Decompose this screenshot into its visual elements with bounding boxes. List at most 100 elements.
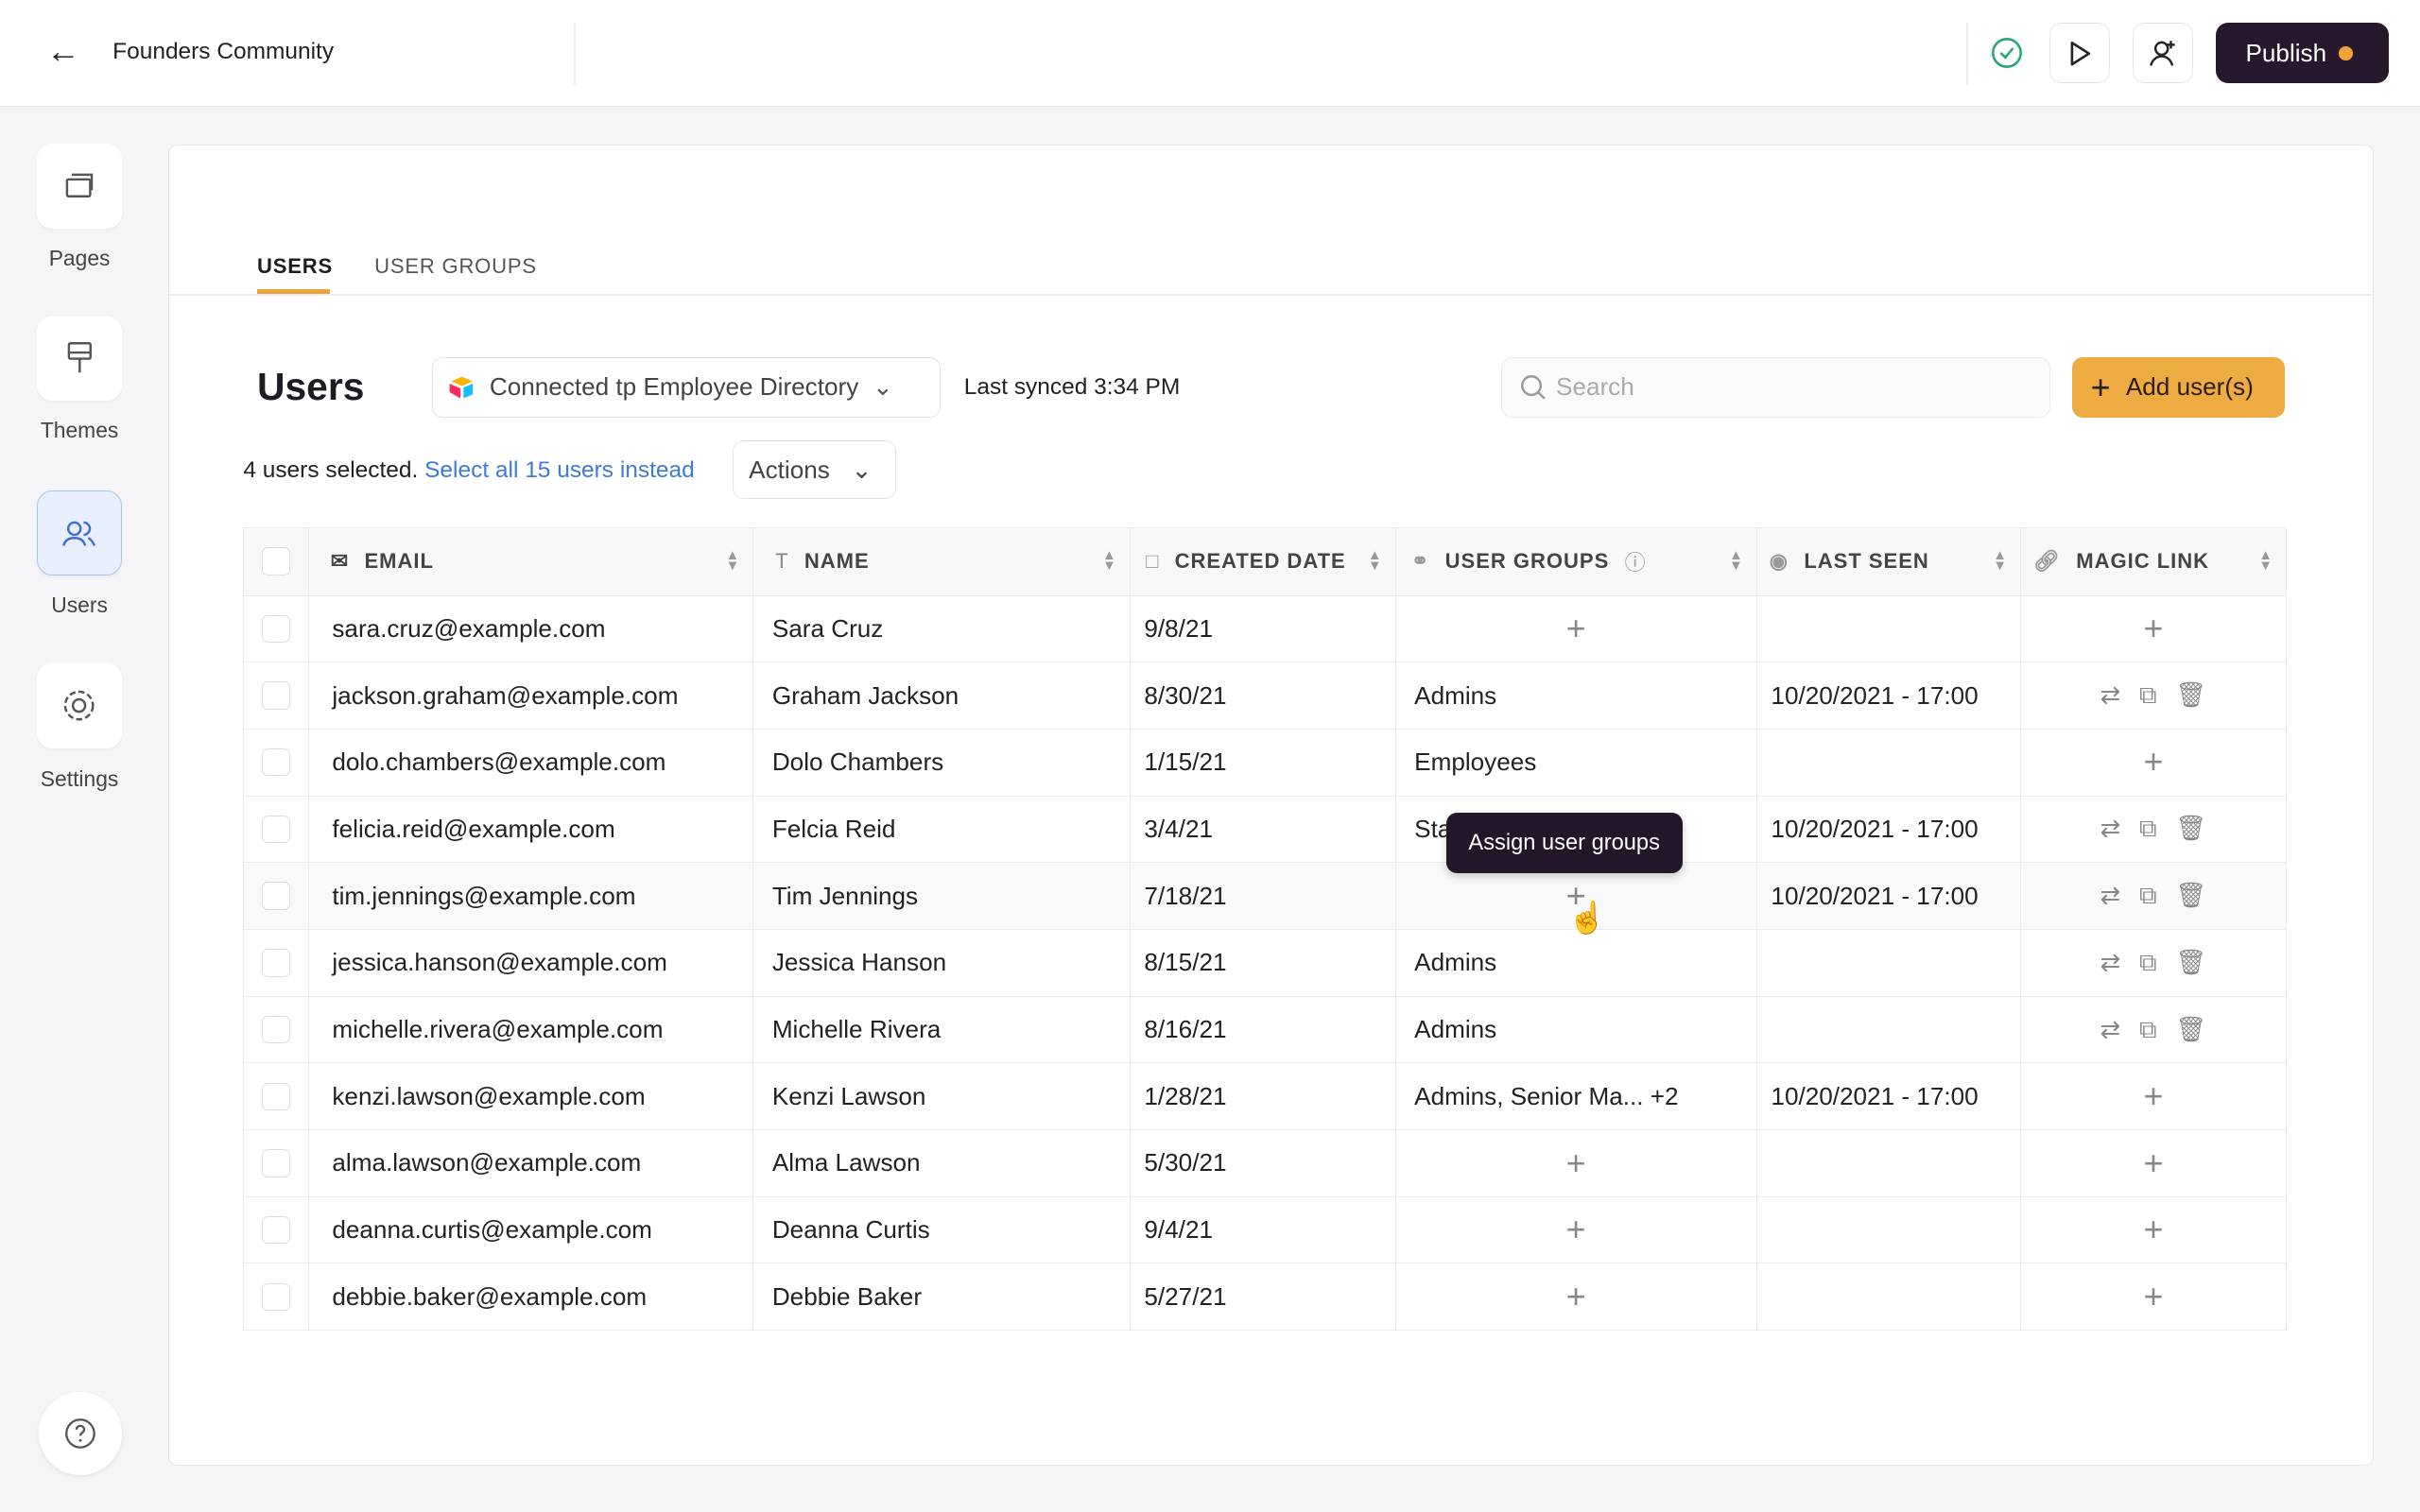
back-arrow-icon[interactable]: ← <box>46 33 80 71</box>
search-field[interactable] <box>1500 357 2051 418</box>
table-row[interactable]: jackson.graham@example.com Graham Jackso… <box>243 662 2287 730</box>
magic-link-cell[interactable]: + <box>2019 728 2287 797</box>
column-created-date[interactable]: □ CREATED DATE ▲ ▼ <box>1129 526 1396 596</box>
row-select-cell[interactable] <box>243 594 309 663</box>
row-checkbox[interactable] <box>262 1149 290 1177</box>
help-button[interactable] <box>38 1391 122 1475</box>
create-magic-link-plus-icon[interactable]: + <box>2040 745 2268 779</box>
delete-link-icon[interactable]: 🗑︎ <box>2175 680 2206 711</box>
row-select-cell[interactable] <box>243 995 309 1064</box>
row-select-cell[interactable] <box>243 862 309 930</box>
user-groups-cell[interactable]: + <box>1394 1195 1757 1264</box>
user-groups-cell[interactable]: Admins, Senior Ma... +2 <box>1394 1062 1757 1131</box>
delete-link-icon[interactable]: 🗑︎ <box>2175 881 2206 911</box>
preview-play-button[interactable] <box>2049 23 2110 84</box>
actions-dropdown[interactable]: Actions ⌄ <box>732 440 896 500</box>
sort-icon[interactable]: ▲ ▼ <box>1729 548 1744 573</box>
copy-link-icon[interactable]: ⧉ <box>2139 881 2157 911</box>
data-source-dropdown[interactable]: Connected tp Employee Directory ⌄ <box>431 357 942 418</box>
tab-user-groups[interactable]: USER GROUPS <box>374 254 537 279</box>
sort-icon[interactable]: ▲ ▼ <box>1102 548 1117 573</box>
create-magic-link-plus-icon[interactable]: + <box>2040 1145 2268 1179</box>
row-checkbox[interactable] <box>262 1215 290 1245</box>
publish-button[interactable]: Publish <box>2216 23 2390 84</box>
invite-user-button[interactable] <box>2133 23 2193 84</box>
magic-link-cell[interactable]: + <box>2019 1195 2287 1264</box>
delete-link-icon[interactable]: 🗑︎ <box>2175 1015 2206 1045</box>
row-checkbox[interactable] <box>262 815 290 844</box>
magic-link-cell[interactable]: + <box>2019 594 2287 663</box>
copy-link-icon[interactable]: ⧉ <box>2139 680 2157 711</box>
table-row[interactable]: debbie.baker@example.com Debbie Baker 5/… <box>243 1263 2287 1332</box>
magic-link-cell[interactable]: ⇄ ⧉ 🗑︎ <box>2019 795 2287 864</box>
row-select-cell[interactable] <box>243 928 309 997</box>
row-checkbox[interactable] <box>262 882 290 910</box>
table-row[interactable]: kenzi.lawson@example.com Kenzi Lawson 1/… <box>243 1062 2287 1131</box>
row-select-cell[interactable] <box>243 1129 309 1197</box>
row-checkbox[interactable] <box>262 681 290 710</box>
info-icon[interactable]: ⓘ <box>1625 546 1647 576</box>
row-select-cell[interactable] <box>243 1195 309 1264</box>
regenerate-link-icon[interactable]: ⇄ <box>2100 948 2121 978</box>
user-groups-cell[interactable]: + <box>1394 594 1757 663</box>
sort-icon[interactable]: ▲ ▼ <box>1368 548 1383 573</box>
create-magic-link-plus-icon[interactable]: + <box>2040 611 2268 645</box>
search-input[interactable] <box>1556 372 2019 403</box>
row-checkbox[interactable] <box>262 614 290 644</box>
assign-groups-plus-icon[interactable]: + <box>1414 1279 1737 1313</box>
table-row[interactable]: sara.cruz@example.com Sara Cruz 9/8/21 +… <box>243 594 2287 663</box>
sidebar-item-users[interactable] <box>37 490 122 576</box>
assign-groups-plus-icon[interactable]: + <box>1414 611 1737 645</box>
magic-link-cell[interactable]: ⇄ ⧉ 🗑︎ <box>2019 662 2287 730</box>
create-magic-link-plus-icon[interactable]: + <box>2040 1212 2268 1246</box>
user-groups-cell[interactable]: Admins <box>1394 995 1757 1064</box>
regenerate-link-icon[interactable]: ⇄ <box>2100 881 2121 911</box>
magic-link-cell[interactable]: ⇄ ⧉ 🗑︎ <box>2019 995 2287 1064</box>
row-checkbox[interactable] <box>262 1015 290 1044</box>
magic-link-cell[interactable]: + <box>2019 1263 2287 1332</box>
sort-icon[interactable]: ▲ ▼ <box>726 548 741 573</box>
user-groups-cell[interactable]: Admins <box>1394 662 1757 730</box>
row-select-cell[interactable] <box>243 1062 309 1131</box>
assign-groups-plus-icon[interactable]: + <box>1414 1145 1737 1179</box>
row-checkbox[interactable] <box>262 1082 290 1110</box>
user-groups-cell[interactable]: Admins <box>1394 928 1757 997</box>
row-select-cell[interactable] <box>243 662 309 730</box>
add-users-button[interactable]: + Add user(s) <box>2072 357 2286 418</box>
column-user-groups[interactable]: ⚭ USER GROUPS ⓘ ▲ ▼ <box>1394 526 1757 596</box>
table-row[interactable]: deanna.curtis@example.com Deanna Curtis … <box>243 1195 2287 1264</box>
row-select-cell[interactable] <box>243 1263 309 1332</box>
select-all-link[interactable]: Select all 15 users instead <box>424 457 695 483</box>
table-row[interactable]: michelle.rivera@example.com Michelle Riv… <box>243 995 2287 1064</box>
user-groups-cell[interactable]: Employees <box>1394 728 1757 797</box>
column-email[interactable]: ✉ EMAIL ▲ ▼ <box>307 526 754 596</box>
regenerate-link-icon[interactable]: ⇄ <box>2100 814 2121 844</box>
table-row[interactable]: alma.lawson@example.com Alma Lawson 5/30… <box>243 1129 2287 1197</box>
magic-link-cell[interactable]: ⇄ ⧉ 🗑︎ <box>2019 928 2287 997</box>
column-magic-link[interactable]: 🔗︎ MAGIC LINK ▲ ▼ <box>2019 526 2287 596</box>
table-row[interactable]: jessica.hanson@example.com Jessica Hanso… <box>243 928 2287 997</box>
create-magic-link-plus-icon[interactable]: + <box>2040 1279 2268 1313</box>
user-groups-cell[interactable]: + <box>1394 1263 1757 1332</box>
sidebar-item-pages[interactable] <box>37 143 122 229</box>
copy-link-icon[interactable]: ⧉ <box>2139 814 2157 844</box>
sort-icon[interactable]: ▲ ▼ <box>1993 548 2008 573</box>
select-all-header[interactable] <box>243 526 309 596</box>
row-checkbox[interactable] <box>262 748 290 777</box>
select-all-checkbox[interactable] <box>262 547 290 576</box>
magic-link-cell[interactable]: + <box>2019 1062 2287 1131</box>
column-name[interactable]: T NAME ▲ ▼ <box>752 526 1131 596</box>
regenerate-link-icon[interactable]: ⇄ <box>2100 680 2121 711</box>
row-checkbox[interactable] <box>262 1282 290 1311</box>
copy-link-icon[interactable]: ⧉ <box>2139 948 2157 978</box>
regenerate-link-icon[interactable]: ⇄ <box>2100 1015 2121 1045</box>
column-last-seen[interactable]: ◉ LAST SEEN ▲ ▼ <box>1755 526 2021 596</box>
magic-link-cell[interactable]: + <box>2019 1129 2287 1197</box>
row-checkbox[interactable] <box>262 949 290 977</box>
tab-users[interactable]: USERS <box>257 254 333 279</box>
table-row[interactable]: tim.jennings@example.com Tim Jennings 7/… <box>243 862 2287 930</box>
sidebar-item-settings[interactable] <box>37 663 122 748</box>
copy-link-icon[interactable]: ⧉ <box>2139 1015 2157 1045</box>
delete-link-icon[interactable]: 🗑︎ <box>2175 814 2206 844</box>
magic-link-cell[interactable]: ⇄ ⧉ 🗑︎ <box>2019 862 2287 930</box>
